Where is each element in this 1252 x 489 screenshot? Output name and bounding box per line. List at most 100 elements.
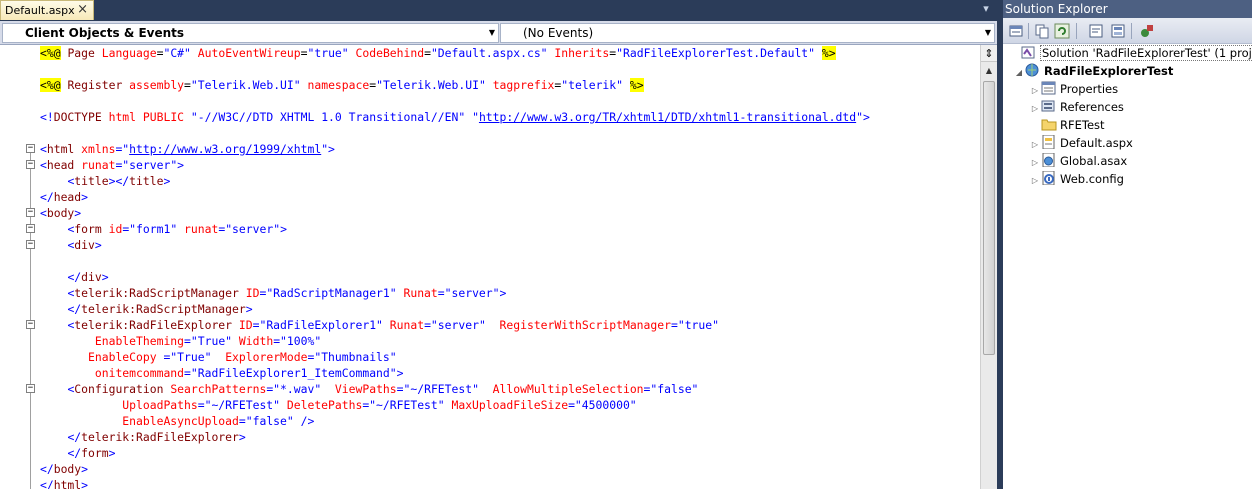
code-token: div: [81, 270, 102, 284]
collapse-region-icon[interactable]: −: [26, 384, 35, 393]
code-token: MaxUploadFileSize: [451, 398, 569, 412]
code-token: <: [40, 142, 47, 156]
code-token: %>: [629, 78, 644, 92]
code-token: tagprefix: [492, 78, 555, 92]
code-token: </: [40, 478, 54, 489]
tree-item-rfetest[interactable]: RFETest: [1029, 116, 1105, 134]
code-token: PUBLIC: [142, 110, 185, 124]
split-window-icon[interactable]: ⇕: [981, 45, 997, 62]
chevron-down-icon: ▼: [488, 28, 495, 37]
code-token: div: [74, 238, 95, 252]
code-token: id: [108, 222, 123, 236]
code-token: ": [472, 110, 479, 124]
code-token: ="~/RFETest": [396, 382, 479, 396]
close-tab-icon[interactable]: ×: [77, 1, 88, 19]
code-token: </: [40, 462, 54, 476]
show-all-files-icon[interactable]: [1033, 22, 1051, 40]
code-token: body: [46, 206, 75, 220]
collapse-region-icon[interactable]: −: [26, 240, 35, 249]
code-hyperlink[interactable]: http://www.w3.org/1999/xhtml: [129, 142, 321, 156]
code-token: </: [67, 270, 82, 284]
tree-item-properties[interactable]: ▷ Properties: [1029, 80, 1118, 98]
view-code-icon[interactable]: [1087, 22, 1105, 40]
window-menu-icon[interactable]: ▾: [979, 2, 993, 16]
properties-toolbar-icon[interactable]: [1007, 22, 1025, 40]
code-token: Register: [67, 78, 123, 92]
code-token: runat: [184, 222, 219, 236]
refresh-icon[interactable]: [1053, 22, 1071, 40]
vertical-scrollbar[interactable]: ⇕ ▲: [980, 45, 997, 489]
code-token: form: [81, 446, 109, 460]
solution-tree: Solution 'RadFileExplorerTest' (1 projec…: [1003, 44, 1252, 489]
code-token: >: [94, 238, 102, 252]
tree-item-default-aspx[interactable]: ▷ Default.aspx: [1029, 134, 1133, 152]
code-line: <title></title>: [40, 173, 870, 189]
code-token: "Telerik.Web.UI": [376, 78, 486, 92]
tree-item-web-config[interactable]: ▷ Web.config: [1029, 170, 1124, 188]
collapse-region-icon[interactable]: −: [26, 208, 35, 217]
code-token: Runat: [403, 286, 438, 300]
code-token: <: [40, 158, 47, 172]
code-token: "Default.aspx.cs": [430, 46, 548, 60]
expand-arrow-icon[interactable]: ▷: [1029, 172, 1041, 190]
code-token: telerik:RadFileExplorer: [74, 318, 233, 332]
tree-item-references[interactable]: ▷ References: [1029, 98, 1124, 116]
tree-item-label: Solution 'RadFileExplorerTest' (1 projec…: [1040, 45, 1252, 61]
code-line: <html xmlns="http://www.w3.org/1999/xhtm…: [40, 141, 870, 157]
code-token: DOCTYPE: [53, 110, 102, 124]
code-token: Configuration: [74, 382, 164, 396]
view-designer-icon[interactable]: [1109, 22, 1127, 40]
collapse-region-icon[interactable]: −: [26, 320, 35, 329]
code-line: </div>: [40, 269, 870, 285]
code-token: Inherits: [554, 46, 610, 60]
code-token: head: [53, 190, 82, 204]
tree-item-solution-radfileexplorertest-1-project[interactable]: Solution 'RadFileExplorerTest' (1 projec…: [1009, 44, 1252, 62]
code-token: namespace: [307, 78, 370, 92]
events-dropdown[interactable]: (No Events) ▼: [500, 23, 995, 43]
code-line: <%@ Page Language="C#" AutoEventWireup="…: [40, 45, 870, 61]
class-diagram-icon[interactable]: [1138, 22, 1156, 40]
tree-item-label: Default.aspx: [1060, 136, 1133, 150]
collapse-region-icon[interactable]: −: [26, 160, 35, 169]
code-token: <: [40, 206, 47, 220]
collapse-region-icon[interactable]: −: [26, 144, 35, 153]
code-token: ></: [108, 174, 130, 188]
code-token: head: [46, 158, 75, 172]
code-token: ="~/RFETest": [197, 398, 281, 412]
tree-item-radfileexplorertest[interactable]: ◢ RadFileExplorerTest: [1013, 62, 1173, 80]
tree-item-label: References: [1060, 100, 1124, 114]
collapse-arrow-icon[interactable]: ◢: [1013, 64, 1025, 82]
collapse-region-icon[interactable]: −: [26, 224, 35, 233]
events-dropdown-value: (No Events): [523, 26, 594, 40]
code-token: telerik:RadScriptManager: [74, 286, 239, 300]
code-hyperlink[interactable]: http://www.w3.org/TR/xhtml1/DTD/xhtml1-t…: [479, 110, 856, 124]
code-token: EnableCopy: [88, 350, 157, 364]
code-token: "-//W3C//DTD XHTML 1.0 Transitional//EN": [190, 110, 466, 124]
code-token: "C#": [163, 46, 191, 60]
code-line: </form>: [40, 445, 870, 461]
tree-item-global-asax[interactable]: ▷ Global.asax: [1029, 152, 1127, 170]
client-objects-dropdown[interactable]: Client Objects & Events ▼: [2, 23, 499, 43]
scroll-up-icon[interactable]: ▲: [981, 63, 997, 79]
code-token: ">: [321, 142, 335, 156]
code-line: <body>: [40, 205, 870, 221]
code-line: EnableTheming="True" Width="100%": [40, 333, 870, 349]
code-line: <%@ Register assembly="Telerik.Web.UI" n…: [40, 77, 870, 93]
scrollbar-thumb[interactable]: [983, 81, 995, 355]
code-token: ExplorerMode: [225, 350, 308, 364]
config-file-icon: [1041, 170, 1057, 186]
tab-default-aspx[interactable]: Default.aspx ×: [0, 0, 94, 20]
code-text-area[interactable]: − − − − − − − <%@ Page Language = "C#" AutoEvent…: [0, 45, 980, 489]
properties-icon: [1041, 81, 1057, 95]
